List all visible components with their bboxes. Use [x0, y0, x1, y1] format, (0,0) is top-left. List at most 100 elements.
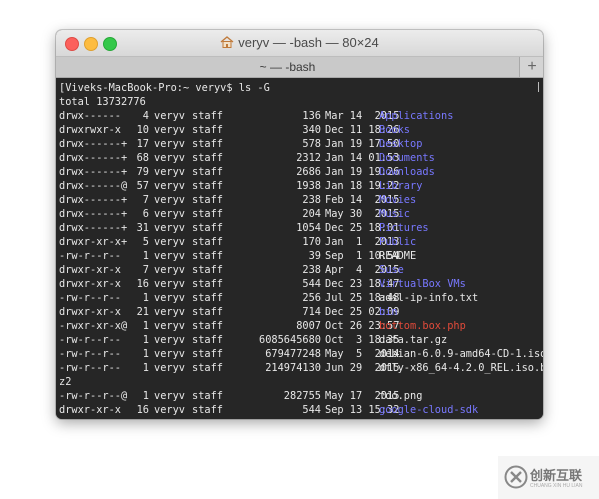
listing-name: Desktop: [379, 138, 423, 150]
listing-size: 578: [302, 138, 321, 150]
listing-links: 1: [142, 334, 149, 346]
listing-group: staff: [192, 348, 223, 360]
listing-owner: veryv: [154, 334, 185, 346]
listing-links: 57: [136, 180, 149, 192]
listing-perm: drwx------+: [59, 208, 128, 220]
listing-links: 1: [142, 362, 149, 374]
listing-name: Library: [379, 180, 423, 192]
listing-owner: veryv: [154, 124, 185, 136]
listing-name: Books: [379, 124, 410, 136]
listing-perm: drwx------: [59, 110, 121, 122]
listing-name: google-cloud-sdk: [379, 404, 479, 416]
listing-perm: -rw-r--r--: [59, 250, 121, 262]
listing-size: 8007: [296, 320, 321, 332]
window-title-text: veryv — -bash — 80×24: [238, 35, 379, 50]
listing-links: 1: [142, 390, 149, 402]
listing-name: debian-6.0.9-amd64-CD-1.iso: [379, 348, 543, 360]
listing-links: 1: [142, 348, 149, 360]
tab-bash[interactable]: ~ — -bash: [56, 57, 520, 77]
listing-group: staff: [192, 306, 223, 318]
listing-links: 79: [136, 166, 149, 178]
listing-size: 1938: [296, 180, 321, 192]
listing-perm: drwxr-xr-x+: [59, 236, 128, 248]
listing-name: Applications: [379, 110, 454, 122]
listing-perm: -rwxr-xr-x@: [59, 320, 128, 332]
listing-name: VirtualBox VMs: [379, 278, 466, 290]
listing-group: staff: [192, 236, 223, 248]
listing-perm: drwxr-xr-x: [59, 306, 121, 318]
listing-group: staff: [192, 278, 223, 290]
listing-group: staff: [192, 264, 223, 276]
brand-logo-icon: [504, 465, 528, 489]
listing-owner: veryv: [154, 236, 185, 248]
listing-owner: veryv: [154, 110, 185, 122]
listing-size: 238: [302, 264, 321, 276]
listing-size: 544: [302, 404, 321, 416]
listing-name: Music: [379, 208, 410, 220]
listing-links: 16: [136, 404, 149, 416]
listing-size: 1054: [296, 222, 321, 234]
listing-group: staff: [192, 194, 223, 206]
watermark-text: 创新互联: [530, 469, 583, 484]
listing-links: 7: [142, 194, 149, 206]
listing-name: Documents: [379, 152, 435, 164]
listing-owner: veryv: [154, 180, 185, 192]
listing-group: staff: [192, 138, 223, 150]
listing-links: 1: [142, 320, 149, 332]
listing-name: README: [379, 250, 417, 262]
listing-group: staff: [192, 404, 223, 416]
listing-name: Suse: [379, 264, 404, 276]
listing-size: 238: [302, 194, 321, 206]
listing-perm: drwx------+: [59, 222, 128, 234]
listing-name: foo.png: [379, 390, 423, 402]
scroll-bracket: [538, 82, 539, 92]
listing-links: 1: [142, 292, 149, 304]
listing-perm: drwx------+: [59, 194, 128, 206]
listing-group: staff: [192, 180, 223, 192]
terminal-output[interactable]: [Viveks-MacBook-Pro:~ veryv$ ls -G total…: [56, 78, 543, 419]
listing-size: 679477248: [265, 348, 321, 360]
terminal-window: veryv — -bash — 80×24 ~ — -bash + [Vivek…: [56, 30, 543, 419]
listing-name: adsl-ip-info.txt: [379, 292, 479, 304]
listing-size: 714: [302, 306, 321, 318]
listing-owner: veryv: [154, 152, 185, 164]
listing-size: 2686: [296, 166, 321, 178]
new-tab-button[interactable]: +: [521, 57, 543, 77]
listing-size: 39: [308, 250, 321, 262]
listing-group: staff: [192, 152, 223, 164]
listing-name: Pictures: [379, 222, 429, 234]
listing-perm: -rw-r--r--@: [59, 390, 128, 402]
listing-perm: drwx------+: [59, 152, 128, 164]
title-bar[interactable]: veryv — -bash — 80×24: [56, 30, 543, 56]
watermark-logo: 创新互联 CHUANG XIN HU LIAN: [498, 456, 599, 499]
listing-links: 6: [142, 208, 149, 220]
listing-links: 31: [136, 222, 149, 234]
listing-owner: veryv: [154, 166, 185, 178]
listing-group: staff: [192, 292, 223, 304]
listing-perm: drwx------+: [59, 166, 128, 178]
listing-perm: drwx------@: [59, 180, 128, 192]
listing-group: staff: [192, 320, 223, 332]
listing-group: staff: [192, 166, 223, 178]
listing-links: 5: [142, 236, 149, 248]
listing-name: data.tar.gz: [379, 334, 448, 346]
listing-size: 214974130: [265, 362, 321, 374]
listing-group: staff: [192, 334, 223, 346]
listing-group: staff: [192, 390, 223, 402]
listing-links: 10: [136, 124, 149, 136]
listing-perm: drwxr-xr-x: [59, 264, 121, 276]
listing-links: 4: [142, 110, 149, 122]
listing-perm: -rw-r--r--: [59, 362, 121, 374]
listing-size: 204: [302, 208, 321, 220]
plus-icon: +: [527, 58, 537, 75]
listing-group: staff: [192, 362, 223, 374]
tab-label: ~ — -bash: [259, 60, 316, 74]
listing-group: staff: [192, 208, 223, 220]
listing-owner: veryv: [154, 208, 185, 220]
tab-bar: ~ — -bash +: [56, 56, 543, 78]
listing-owner: veryv: [154, 250, 185, 262]
listing-owner: veryv: [154, 348, 185, 360]
total-line: total 13732776: [59, 96, 146, 108]
prompt-line: [Viveks-MacBook-Pro:~ veryv$ ls -G: [59, 82, 270, 94]
listing-owner: veryv: [154, 264, 185, 276]
